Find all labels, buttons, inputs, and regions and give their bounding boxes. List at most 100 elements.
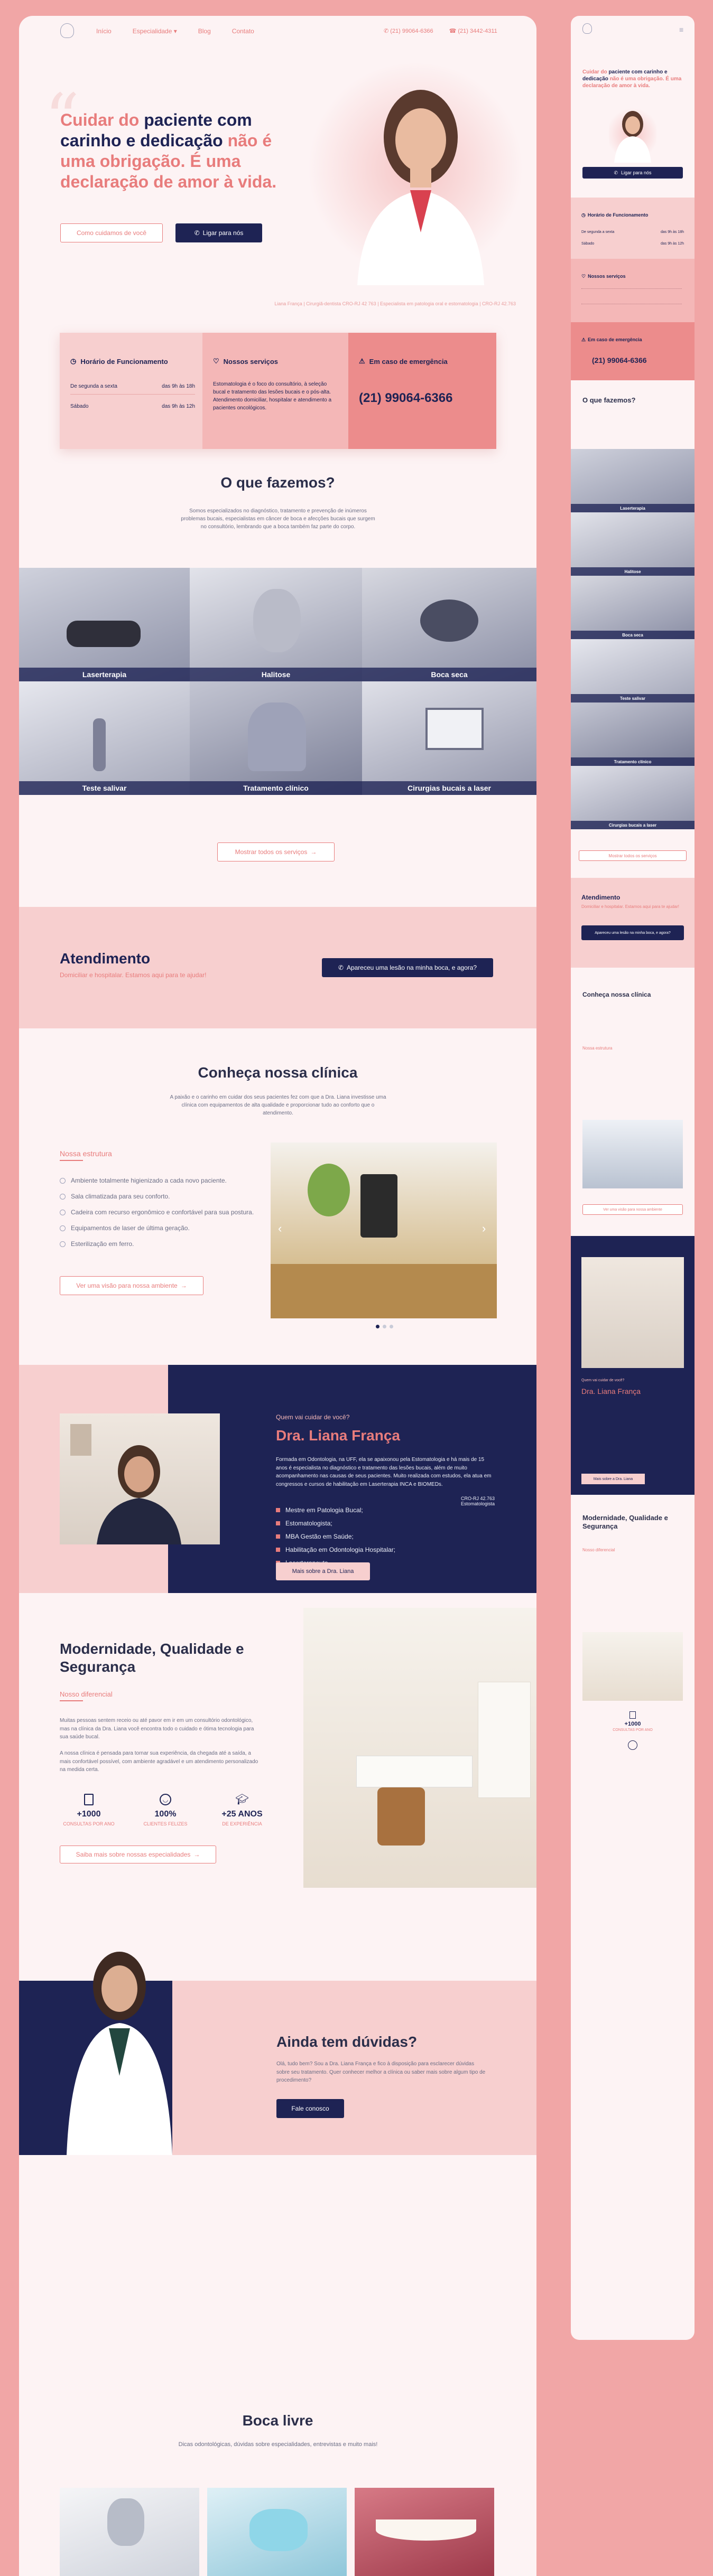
check-icon — [60, 1177, 66, 1184]
nav-link-inicio[interactable]: Início — [96, 27, 112, 35]
quality-stats: +1000 CONSULTAS POR ANO ◡ 100% CLIENTES … — [60, 1794, 271, 1826]
mobile-page: ≡ Cuidar do paciente com carinho e dedic… — [571, 16, 695, 2340]
emergency-phone[interactable]: (21) 99064-6366 — [359, 391, 452, 406]
clinic-tour-button[interactable]: Ver uma visão para nossa ambiente → — [60, 1276, 203, 1295]
face-illustration — [253, 589, 301, 652]
doctor-photo — [60, 1413, 220, 1544]
mobile-service-tile[interactable]: Teste salivar — [571, 639, 695, 702]
bullet-icon — [276, 1521, 280, 1525]
nav-link-especialidade[interactable]: Especialidade ▾ — [133, 27, 177, 35]
feature-item: Sala climatizada para seu conforto. — [60, 1188, 271, 1204]
mobile-services-text-line — [581, 288, 682, 304]
mobile-service-tile[interactable]: Cirurgias bucais a laser — [571, 766, 695, 829]
mobile-all-services-button[interactable]: Mostrar todos os serviços — [579, 850, 687, 861]
contact-button[interactable]: Fale conosco — [276, 2099, 344, 2118]
blog-card[interactable] — [355, 2488, 494, 2576]
doubts-doctor-photo — [61, 1938, 178, 2155]
all-services-button[interactable]: Mostrar todos os serviços → — [217, 842, 335, 861]
mobile-service-tile[interactable]: Halitose — [571, 512, 695, 576]
coffee-machine-illustration — [360, 1174, 397, 1238]
service-tile[interactable]: Cirurgias bucais a laser — [362, 681, 536, 795]
carousel-dot[interactable] — [390, 1325, 393, 1328]
mobile-service-tile[interactable]: Tratamento clínico — [571, 702, 695, 766]
clinic-carousel[interactable]: ‹ › — [271, 1142, 497, 1318]
service-tile[interactable]: Halitose — [190, 568, 362, 681]
feature-item: Esterilização em ferro. — [60, 1236, 271, 1252]
quality-paragraph-1: Muitas pessoas sentem receio ou até pavo… — [60, 1718, 254, 1740]
mobile-clinic-title: Conheça nossa clínica — [582, 991, 651, 998]
atendimento-title: Atendimento — [60, 950, 151, 967]
chevron-left-icon[interactable]: ‹ — [278, 1222, 282, 1235]
mobile-call-button[interactable]: ✆ Ligar para nós — [582, 167, 683, 179]
doctor-more-button[interactable]: Mais sobre a Dra. Liana — [276, 1562, 370, 1580]
nav-phone-landline[interactable]: ☎ (21) 3442-4311 — [449, 27, 497, 34]
blog-card[interactable] — [207, 2488, 347, 2576]
doctor-cro: CRO-RJ 42.763 Estomatologista — [460, 1496, 495, 1506]
mobile-clinic-photo[interactable] — [582, 1120, 683, 1188]
carousel-dots — [376, 1325, 393, 1328]
logo[interactable] — [60, 23, 74, 38]
graduation-cap-icon: 🎓︎ — [235, 1794, 249, 1805]
blog-glove-illustration — [249, 2509, 308, 2551]
mobile-lesion-button[interactable]: Apareceu uma lesão na minha boca, e agor… — [581, 925, 684, 940]
mobile-atendimento-band: Atendimento Domiciliar e hospitalar. Est… — [571, 878, 695, 968]
mobile-service-tile[interactable]: Boca seca — [571, 576, 695, 639]
arrow-right-icon: → — [180, 1282, 187, 1289]
service-tile[interactable]: Tratamento clínico — [190, 681, 362, 795]
blog-title: Boca livre — [242, 2412, 313, 2429]
hero-title: Cuidar do paciente com carinho e dedicaç… — [60, 110, 277, 192]
mobile-logo[interactable] — [582, 23, 592, 34]
desk-illustration — [356, 1756, 473, 1787]
dentist-illustration — [248, 702, 306, 771]
mobile-stat: +1000 CONSULTAS POR ANO — [571, 1711, 695, 1732]
check-icon — [60, 1241, 66, 1247]
hours-card: ◷ Horário de Funcionamento De segunda a s… — [60, 333, 202, 449]
mobile-smile-icon — [628, 1740, 637, 1750]
mobile-services-card: ♡ Nossos serviços — [571, 259, 695, 322]
check-icon — [60, 1225, 66, 1231]
mobile-emergency-phone[interactable]: (21) 99064-6366 — [592, 356, 647, 364]
laser-device-illustration — [67, 621, 141, 647]
plant-illustration — [308, 1164, 350, 1216]
mobile-quality-subtitle: Nosso diferencial — [582, 1548, 615, 1552]
hamburger-menu-icon[interactable]: ≡ — [679, 25, 683, 34]
bullet-icon — [276, 1547, 280, 1552]
nav-link-contato[interactable]: Contato — [232, 27, 254, 35]
mobile-services-title: ♡ Nossos serviços — [581, 274, 626, 279]
call-button[interactable]: ✆ Ligar para nós — [175, 223, 262, 242]
mobile-doctor-button[interactable]: Mais sobre a Dra. Liana — [581, 1474, 645, 1484]
hours-row-1: De segunda a sexta das 9h às 18h — [70, 383, 195, 389]
nav-phone-whatsapp[interactable]: ✆ (21) 99064-6366 — [384, 27, 433, 34]
chevron-right-icon[interactable]: › — [482, 1222, 486, 1235]
service-tile[interactable]: Teste salivar — [19, 681, 190, 795]
mobile-hero-title: Cuidar do paciente com carinho e dedicaç… — [582, 69, 682, 89]
smile-icon: ◡ — [160, 1794, 171, 1805]
service-tile[interactable]: Laserterapia — [19, 568, 190, 681]
services-card: ♡ Nossos serviços Estomatologia é o foco … — [202, 333, 348, 449]
hours-row-2: Sábado das 9h às 12h — [70, 404, 195, 409]
mobile-clinic-tour-button[interactable]: Ver uma visão para nossa ambiente — [582, 1204, 683, 1215]
clock-icon: ◷ — [70, 357, 77, 365]
credential-item: Habilitação em Odontologia Hospitalar; — [276, 1543, 395, 1556]
mobile-hours-row-1: De segunda a sexta das 9h às 18h — [581, 230, 684, 234]
tooth-icon: ♡ — [581, 274, 586, 279]
blog-dentist-illustration — [107, 2498, 144, 2546]
atendimento-subtitle: Domiciliar e hospitalar. Estamos aqui pa… — [60, 971, 207, 979]
mobile-service-tile[interactable]: Laserterapia — [571, 449, 695, 512]
service-tile[interactable]: Boca seca — [362, 568, 536, 681]
nav-links: Início Especialidade ▾ Blog Contato — [96, 27, 254, 35]
service-label: Tratamento clínico — [190, 781, 362, 795]
clock-icon: ◷ — [581, 212, 586, 218]
specialties-button[interactable]: Saiba mais sobre nossas especialidades → — [60, 1846, 216, 1863]
carousel-dot[interactable] — [383, 1325, 386, 1328]
nav-link-blog[interactable]: Blog — [198, 27, 211, 35]
stat-item: ◡ 100% CLIENTES FELIZES — [136, 1794, 195, 1826]
blog-card[interactable] — [60, 2488, 199, 2576]
mobile-hours-card: ◷ Horário de Funcionamento De segunda a s… — [571, 198, 695, 259]
care-button[interactable]: Como cuidamos de você — [60, 223, 163, 242]
hero-caption: Liana França | Cirurgiã-dentista CRO-RJ … — [274, 301, 516, 306]
carousel-dot-active[interactable] — [376, 1325, 379, 1328]
service-label: Laserterapia — [19, 668, 190, 681]
lesion-button[interactable]: ✆ Apareceu uma lesão na minha boca, e ago… — [322, 958, 493, 977]
service-label: Halitose — [190, 668, 362, 681]
